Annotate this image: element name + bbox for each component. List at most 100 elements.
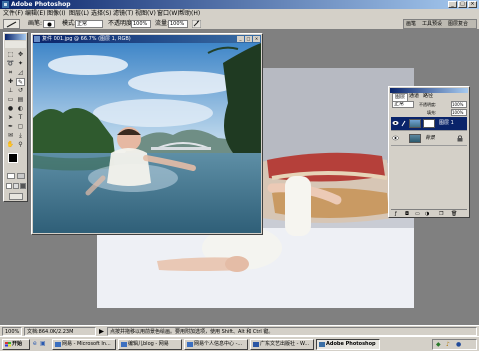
layer-row-background[interactable]: 背景 xyxy=(391,132,467,146)
quick-launch: e ▣ xyxy=(33,340,49,349)
layer1-mask-thumbnail xyxy=(423,119,435,128)
taskbar: 开始 e ▣ 网易 - Microsoft In... 编辑儿blog - 网易… xyxy=(0,336,479,351)
zoom-tool-icon[interactable]: ⚲ xyxy=(16,141,25,149)
tab-channels[interactable]: 通道 xyxy=(409,93,419,100)
clone-stamp-tool-icon[interactable]: ⊥ xyxy=(6,87,15,95)
jump-to-imageready-icon[interactable] xyxy=(9,193,23,200)
magic-wand-tool-icon[interactable]: ✦ xyxy=(16,60,25,68)
menu-filter[interactable]: 滤镜(T) xyxy=(113,9,133,18)
marquee-tool-icon[interactable]: ⬚ xyxy=(6,51,15,59)
layer-style-icon[interactable]: ƒ xyxy=(395,211,397,217)
taskbar-item-info-center[interactable]: 网易个人信息中心 -... xyxy=(184,339,248,350)
dodge-tool-icon[interactable]: ◐ xyxy=(16,105,25,113)
doc-maximize-button[interactable]: □ xyxy=(245,36,252,42)
slice-tool-icon[interactable]: ◿ xyxy=(16,69,25,77)
menu-window[interactable]: 窗口(W) xyxy=(157,9,180,18)
network-icon[interactable]: ◆ xyxy=(436,341,441,348)
blend-mode-select[interactable]: 正常 xyxy=(75,20,103,28)
pen-tool-icon[interactable]: ✒ xyxy=(6,123,15,131)
document-titlebar[interactable]: 复件 001.jpg @ 66.7% (图层 1, RGB) _ □ × xyxy=(33,35,261,43)
layer-fill-label: 填充: xyxy=(427,110,437,115)
taskbar-item-photoshop[interactable]: Adobe Photoshop xyxy=(316,339,380,350)
blur-tool-icon[interactable]: ● xyxy=(6,105,15,113)
layer-fill-field[interactable]: 100% xyxy=(451,109,467,116)
layer-set-icon[interactable]: ▭ xyxy=(415,211,420,217)
notes-tool-icon[interactable]: ✉ xyxy=(6,132,15,140)
lasso-tool-icon[interactable]: ➰ xyxy=(6,60,15,68)
close-button[interactable]: × xyxy=(468,1,477,8)
doc-close-button[interactable]: × xyxy=(253,36,260,42)
doc-minimize-button[interactable]: _ xyxy=(237,36,244,42)
standard-mode-icon[interactable] xyxy=(7,173,15,179)
taskbar-item-blog[interactable]: 编辑儿blog - 网易 xyxy=(118,339,182,350)
airbrush-icon[interactable] xyxy=(192,20,201,28)
status-hint: 点按并拖移以用前景色绘画。要用附加选项，使用 Shift、Alt 和 Ctrl … xyxy=(107,327,477,336)
zoom-level[interactable]: 100% xyxy=(2,327,22,336)
layer-mask-icon[interactable]: ◘ xyxy=(405,211,409,217)
document-size[interactable]: 文档:864.0K/2.23M xyxy=(24,327,96,336)
adjustment-layer-icon[interactable]: ◑ xyxy=(425,211,429,217)
history-brush-tool-icon[interactable]: ↺ xyxy=(16,87,25,95)
arrow-right-icon[interactable] xyxy=(99,329,104,334)
menu-image[interactable]: 图像(I) xyxy=(47,9,65,18)
quickmask-mode-icon[interactable] xyxy=(17,173,25,179)
screen-mode-full-menu-icon[interactable] xyxy=(13,183,19,189)
ie-icon[interactable]: e xyxy=(33,340,37,347)
maximize-button[interactable]: □ xyxy=(458,1,467,8)
new-layer-icon[interactable]: ❐ xyxy=(439,211,443,217)
menu-layer[interactable]: 图层(L) xyxy=(69,9,89,18)
adobe-online-icon[interactable] xyxy=(5,41,26,48)
trash-icon[interactable]: 🗑 xyxy=(451,211,457,217)
layer-opacity-field[interactable]: 100% xyxy=(451,101,467,108)
desktop-icon[interactable]: ▣ xyxy=(40,340,46,347)
eyedropper-tool-icon[interactable]: ⤓ xyxy=(16,132,25,140)
flow-field[interactable]: 100% xyxy=(168,20,188,28)
crop-tool-icon[interactable]: ⌗ xyxy=(6,69,15,77)
brush-tool-icon xyxy=(6,21,17,28)
document-canvas[interactable] xyxy=(33,43,261,233)
healing-brush-tool-icon[interactable]: ✚ xyxy=(6,78,15,86)
ime-icon[interactable]: ● xyxy=(456,341,461,348)
ie-icon xyxy=(121,342,127,347)
tool-preset-picker[interactable] xyxy=(3,19,20,29)
brush-size-picker[interactable] xyxy=(43,20,55,28)
tab-layers[interactable]: 图层 xyxy=(392,93,409,101)
layer-blend-mode-select[interactable]: 正常 xyxy=(392,101,414,108)
palette-tab-layer-comps[interactable]: 图层复合 xyxy=(448,20,468,29)
minimize-button[interactable]: _ xyxy=(448,1,457,8)
tab-paths[interactable]: 路径 xyxy=(423,93,433,100)
document-window[interactable]: 复件 001.jpg @ 66.7% (图层 1, RGB) _ □ × xyxy=(31,33,263,235)
start-button[interactable]: 开始 xyxy=(2,339,30,350)
palette-tab-tool-presets[interactable]: 工具预设 xyxy=(422,20,442,29)
menu-file[interactable]: 文件(F) xyxy=(3,9,23,18)
brush-tool-icon[interactable]: ✎ xyxy=(16,78,25,86)
screen-mode-standard-icon[interactable] xyxy=(6,183,12,189)
menu-view[interactable]: 视图(V) xyxy=(135,9,156,18)
taskbar-item-ie-netease[interactable]: 网易 - Microsoft In... xyxy=(52,339,116,350)
foreground-color-swatch[interactable] xyxy=(8,153,18,163)
menu-select[interactable]: 选择(S) xyxy=(91,9,112,18)
taskbar-item-label: 网易 - Microsoft In... xyxy=(62,341,111,347)
windows-logo-icon xyxy=(5,342,11,347)
ie-icon xyxy=(55,342,61,347)
volume-icon[interactable]: ♪ xyxy=(446,341,450,348)
hand-tool-icon[interactable]: ✋ xyxy=(6,141,15,149)
taskbar-item-word[interactable]: 广东文艺出版社 - W... xyxy=(250,339,314,350)
eye-icon[interactable] xyxy=(392,135,399,141)
type-tool-icon[interactable]: T xyxy=(16,114,25,122)
layer-row-layer1[interactable]: 图层 1 xyxy=(391,117,467,131)
shape-tool-icon[interactable]: ▢ xyxy=(16,123,25,131)
layer1-thumbnail xyxy=(409,119,421,128)
taskbar-item-label: 编辑儿blog - 网易 xyxy=(128,341,169,347)
move-tool-icon[interactable]: ✥ xyxy=(16,51,25,59)
gradient-tool-icon[interactable]: ▤ xyxy=(16,96,25,104)
opacity-field[interactable]: 100% xyxy=(131,20,151,28)
screen-mode-full-icon[interactable] xyxy=(20,183,26,189)
palette-tab-brushes[interactable]: 画笔 xyxy=(406,20,416,29)
taskbar-item-label: 网易个人信息中心 -... xyxy=(194,341,243,347)
eraser-tool-icon[interactable]: ▭ xyxy=(6,96,15,104)
menu-help[interactable]: 帮助(H) xyxy=(179,9,200,18)
eye-icon[interactable] xyxy=(392,120,399,126)
menu-edit[interactable]: 编辑(E) xyxy=(25,9,45,18)
path-selection-tool-icon[interactable]: ➤ xyxy=(6,114,15,122)
